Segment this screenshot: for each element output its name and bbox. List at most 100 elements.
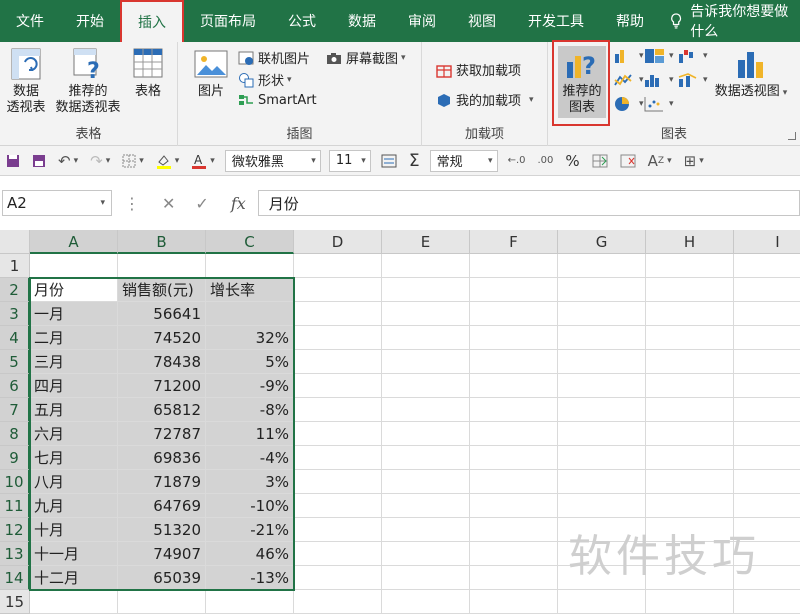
name-box[interactable]: A2 ▾	[2, 190, 112, 216]
grid-cell[interactable]: 十一月	[30, 542, 118, 566]
grid-cell[interactable]	[382, 278, 470, 302]
grid-cell[interactable]	[294, 566, 382, 590]
row-header[interactable]: 15	[0, 590, 30, 614]
grid-cell[interactable]	[470, 590, 558, 614]
grid-cell[interactable]	[382, 518, 470, 542]
tab-review[interactable]: 审阅	[392, 0, 452, 42]
grid-cell[interactable]: 八月	[30, 470, 118, 494]
grid-cell[interactable]	[646, 254, 734, 278]
grid-cell[interactable]: 46%	[206, 542, 294, 566]
grid-cell[interactable]: 72787	[118, 422, 206, 446]
cancel-icon[interactable]: ✕	[162, 194, 175, 213]
tab-insert[interactable]: 插入	[120, 0, 184, 46]
grid-cell[interactable]: -21%	[206, 518, 294, 542]
smartart-button[interactable]: SmartArt	[238, 92, 317, 108]
grid-cell[interactable]: 78438	[118, 350, 206, 374]
grid-cell[interactable]	[734, 302, 800, 326]
grid-cell[interactable]	[734, 254, 800, 278]
grid-cell[interactable]: 增长率	[206, 278, 294, 302]
wrap-text-icon[interactable]	[381, 154, 397, 168]
row-header[interactable]: 5	[0, 350, 30, 374]
recommended-pivot-button[interactable]: ? 推荐的 数据透视表	[52, 48, 124, 116]
grid-cell[interactable]	[646, 374, 734, 398]
grid-cell[interactable]	[646, 326, 734, 350]
grid-cell[interactable]	[646, 590, 734, 614]
grid-cell[interactable]: 74520	[118, 326, 206, 350]
enter-icon[interactable]: ✓	[195, 194, 208, 213]
grid-cell[interactable]	[294, 278, 382, 302]
grid-cell[interactable]	[470, 446, 558, 470]
grid-cell[interactable]: 九月	[30, 494, 118, 518]
dialog-launcher-icon[interactable]	[788, 132, 796, 140]
grid-cell[interactable]	[646, 422, 734, 446]
grid-cell[interactable]	[558, 398, 646, 422]
column-header[interactable]: F	[470, 230, 558, 254]
my-addins-button[interactable]: 我的加载项 ▾	[436, 90, 534, 109]
online-pictures-button[interactable]: 联机图片	[238, 48, 310, 67]
grid-cell[interactable]	[294, 470, 382, 494]
grid-cell[interactable]	[558, 326, 646, 350]
column-header[interactable]: I	[734, 230, 800, 254]
line-chart-button[interactable]: ▾	[614, 72, 644, 88]
grid-cell[interactable]	[734, 398, 800, 422]
grid-cell[interactable]	[382, 374, 470, 398]
tab-developer[interactable]: 开发工具	[512, 0, 600, 42]
row-header[interactable]: 10	[0, 470, 30, 494]
grid-cell[interactable]	[294, 398, 382, 422]
more-commands-icon[interactable]: ⊞ ▾	[684, 152, 704, 170]
hierarchy-chart-button[interactable]: ▾	[644, 48, 674, 64]
tell-me-search[interactable]: 告诉我你想要做什么	[670, 1, 800, 41]
row-header[interactable]: 11	[0, 494, 30, 518]
tab-view[interactable]: 视图	[452, 0, 512, 42]
row-header[interactable]: 13	[0, 542, 30, 566]
grid-cell[interactable]	[734, 326, 800, 350]
grid-cell[interactable]: 51320	[118, 518, 206, 542]
grid-cell[interactable]	[470, 398, 558, 422]
grid-cell[interactable]	[382, 422, 470, 446]
grid-cell[interactable]	[294, 350, 382, 374]
grid-cell[interactable]	[558, 470, 646, 494]
grid-cell[interactable]	[294, 422, 382, 446]
grid-cell[interactable]	[382, 446, 470, 470]
grid-cell[interactable]: 64769	[118, 494, 206, 518]
insert-function-icon[interactable]: fx	[231, 194, 246, 213]
grid-cell[interactable]	[294, 254, 382, 278]
grid-cell[interactable]	[646, 398, 734, 422]
grid-cell[interactable]	[470, 278, 558, 302]
grid-cell[interactable]: 69836	[118, 446, 206, 470]
row-header[interactable]: 12	[0, 518, 30, 542]
number-format-select[interactable]: 常规 ▾	[429, 149, 498, 172]
grid-cell[interactable]	[646, 470, 734, 494]
save-as-icon[interactable]	[32, 154, 46, 168]
font-name-select[interactable]: 微软雅黑 ▾	[224, 149, 321, 172]
grid-cell[interactable]	[558, 494, 646, 518]
grid-cell[interactable]: -4%	[206, 446, 294, 470]
grid-cell[interactable]	[382, 302, 470, 326]
grid-cell[interactable]: 65039	[118, 566, 206, 590]
grid-cell[interactable]: 三月	[30, 350, 118, 374]
grid-cell[interactable]: 六月	[30, 422, 118, 446]
grid-cell[interactable]: 二月	[30, 326, 118, 350]
grid-cell[interactable]	[646, 278, 734, 302]
grid-cell[interactable]	[382, 566, 470, 590]
grid-cell[interactable]	[206, 590, 294, 614]
grid-cell[interactable]	[382, 542, 470, 566]
column-header[interactable]: E	[382, 230, 470, 254]
grid-cell[interactable]	[558, 422, 646, 446]
grid-cell[interactable]	[470, 518, 558, 542]
grid-cell[interactable]: 71200	[118, 374, 206, 398]
grid-cell[interactable]	[470, 374, 558, 398]
grid-cell[interactable]: 5%	[206, 350, 294, 374]
sort-filter-icon[interactable]: A Z ▾	[648, 152, 672, 170]
combo-chart-button[interactable]: ▾	[678, 72, 708, 88]
grid-cell[interactable]	[382, 398, 470, 422]
grid-cell[interactable]	[470, 254, 558, 278]
screenshot-button[interactable]: 屏幕截图 ▾	[326, 48, 406, 67]
percent-icon[interactable]: %	[565, 152, 579, 170]
grid-cell[interactable]	[294, 518, 382, 542]
font-size-select[interactable]: 11 ▾	[328, 149, 371, 172]
grid-cell[interactable]	[206, 254, 294, 278]
select-all-corner[interactable]	[0, 230, 30, 254]
column-header[interactable]: B	[118, 230, 206, 254]
increase-decimal-icon[interactable]: ←.0	[508, 155, 526, 166]
